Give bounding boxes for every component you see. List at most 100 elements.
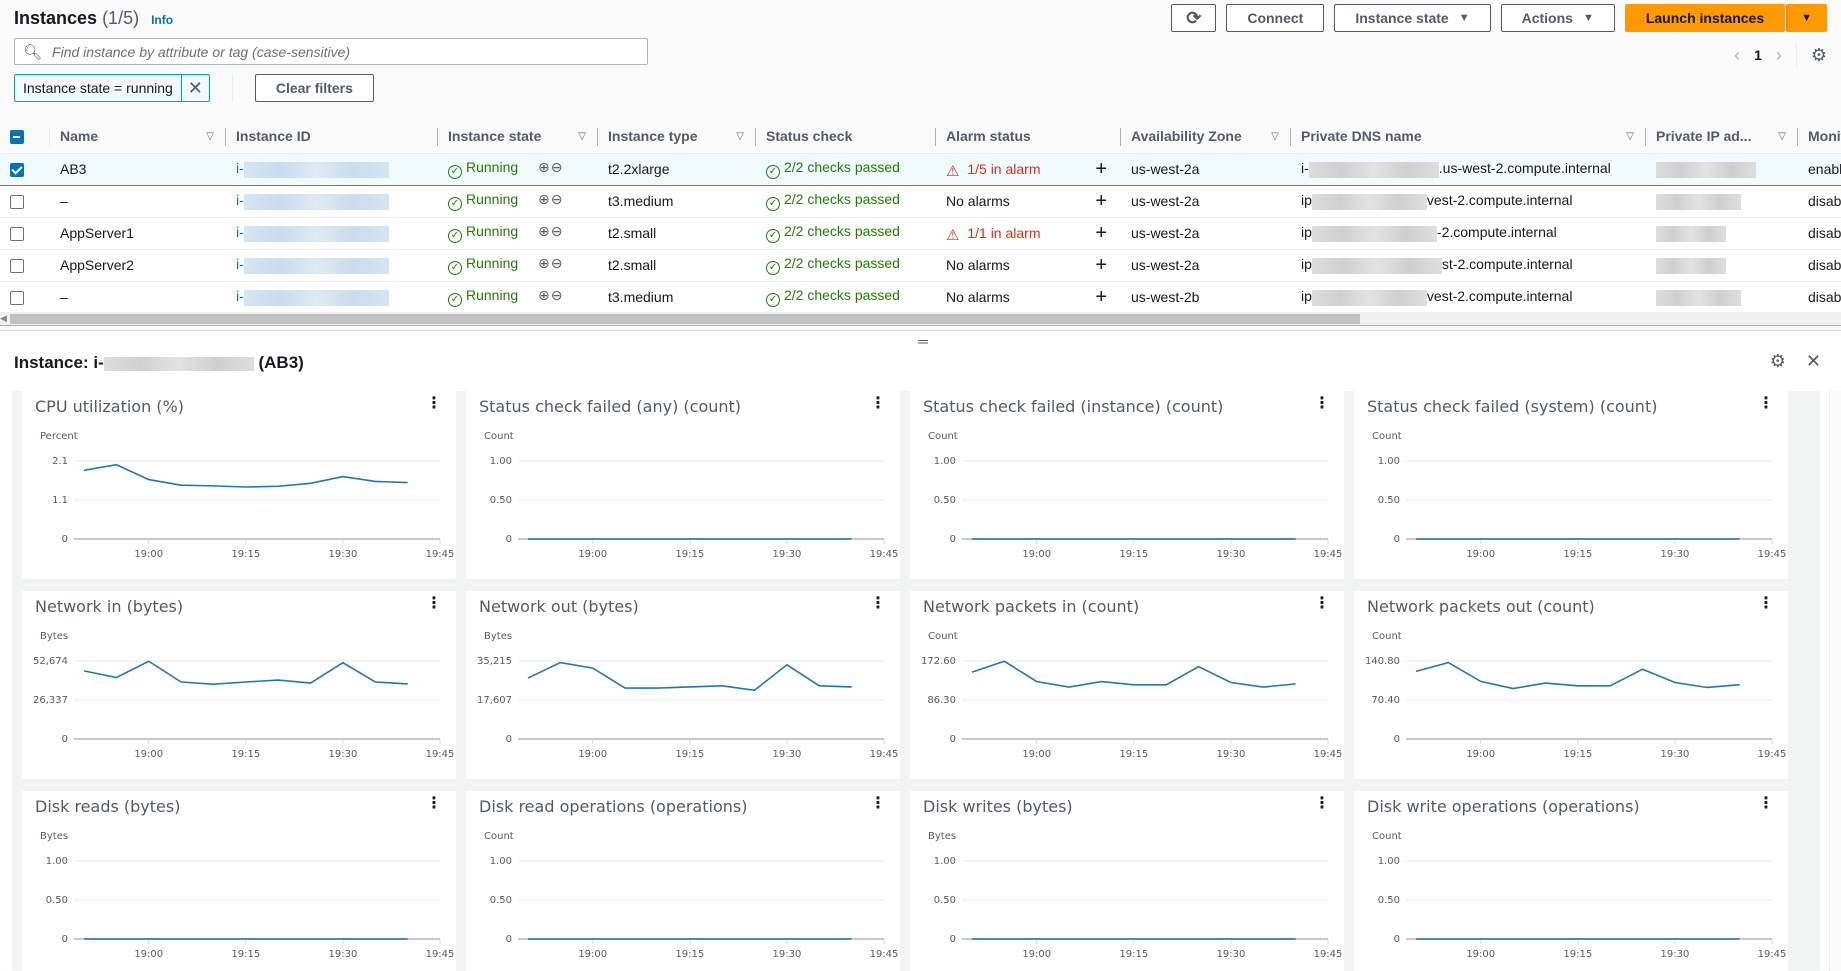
more-options-icon[interactable]: ⋮ — [1758, 396, 1774, 412]
more-options-icon[interactable]: ⋮ — [1314, 796, 1330, 812]
scroll-left-icon[interactable]: ◀ — [0, 313, 7, 324]
zoom-out-icon[interactable]: ⊖ — [551, 159, 564, 175]
column-header-instance-type[interactable]: Instance type▽ — [598, 120, 756, 153]
gear-icon[interactable]: ⚙ — [1811, 45, 1827, 66]
add-alarm-icon[interactable]: + — [1095, 190, 1107, 213]
scrollbar-thumb[interactable] — [10, 314, 1360, 324]
instance-id-link[interactable]: i- — [236, 160, 244, 176]
zoom-out-icon[interactable]: ⊖ — [551, 223, 564, 239]
zoom-in-out-icons[interactable]: ⊕⊖ — [538, 287, 563, 303]
x-tick-label: 19:15 — [1563, 949, 1592, 960]
zoom-in-icon[interactable]: ⊕ — [538, 223, 551, 239]
row-checkbox[interactable] — [10, 195, 24, 209]
launch-instances-button[interactable]: Launch instances — [1625, 4, 1785, 32]
current-page[interactable]: 1 — [1754, 47, 1762, 63]
sort-icon[interactable]: ▽ — [1271, 131, 1279, 142]
column-header-alarm-status[interactable]: Alarm status — [936, 120, 1121, 153]
vertical-scrollbar[interactable] — [1829, 391, 1841, 971]
previous-page-icon[interactable]: ‹ — [1734, 45, 1740, 66]
more-options-icon[interactable]: ⋮ — [870, 396, 886, 412]
close-icon[interactable]: ✕ — [1806, 351, 1821, 372]
connect-button[interactable]: Connect — [1226, 4, 1324, 32]
refresh-button[interactable]: ⟳ — [1171, 4, 1216, 32]
zoom-in-icon[interactable]: ⊕ — [538, 255, 551, 271]
instance-state-dropdown[interactable]: Instance state▼ — [1334, 4, 1490, 32]
column-header-private-ip[interactable]: Private IP ad...▽ — [1646, 120, 1798, 153]
column-header-private-dns[interactable]: Private DNS name▽ — [1291, 120, 1646, 153]
x-tick-label: 19:45 — [870, 749, 899, 760]
instance-id-link[interactable]: i- — [236, 224, 244, 240]
table-row[interactable]: AppServer2i-✓Running ⊕⊖t2.small✓2/2 chec… — [0, 249, 1841, 281]
zoom-out-icon[interactable]: ⊖ — [551, 191, 564, 207]
column-header-instance-id[interactable]: Instance ID — [226, 120, 438, 153]
next-page-icon[interactable]: › — [1776, 45, 1782, 66]
zoom-in-icon[interactable]: ⊕ — [538, 287, 551, 303]
more-options-icon[interactable]: ⋮ — [1758, 596, 1774, 612]
zoom-in-out-icons[interactable]: ⊕⊖ — [538, 191, 563, 207]
sort-icon[interactable]: ▽ — [578, 131, 586, 142]
search-field: 🔍︎ — [14, 38, 648, 65]
cell-instance-id[interactable]: i- — [226, 217, 438, 249]
row-checkbox[interactable] — [10, 227, 24, 241]
instance-id-link[interactable]: i- — [236, 192, 244, 208]
zoom-out-icon[interactable]: ⊖ — [551, 287, 564, 303]
more-options-icon[interactable]: ⋮ — [870, 596, 886, 612]
column-header-status-check[interactable]: Status check — [756, 120, 936, 153]
add-alarm-icon[interactable]: + — [1095, 158, 1107, 181]
zoom-in-out-icons[interactable]: ⊕⊖ — [538, 255, 563, 271]
cell-instance-state: ✓Running ⊕⊖ — [438, 249, 598, 281]
column-header-instance-state[interactable]: Instance state▽ — [438, 120, 598, 153]
horizontal-scrollbar[interactable]: ◀ — [0, 312, 1841, 326]
sort-icon[interactable]: ▽ — [1626, 131, 1634, 142]
table-row[interactable]: –i-✓Running ⊕⊖t3.medium✓2/2 checks passe… — [0, 281, 1841, 313]
add-alarm-icon[interactable]: + — [1095, 222, 1107, 245]
y-tick-label: 1.00 — [934, 856, 956, 867]
instance-id-link[interactable]: i- — [236, 288, 244, 304]
add-alarm-icon[interactable]: + — [1095, 286, 1107, 309]
cell-instance-id[interactable]: i- — [226, 185, 438, 217]
redacted-value — [1312, 194, 1427, 210]
zoom-in-icon[interactable]: ⊕ — [538, 191, 551, 207]
zoom-out-icon[interactable]: ⊖ — [551, 255, 564, 271]
search-input[interactable] — [50, 43, 630, 61]
clear-filters-button[interactable]: Clear filters — [255, 74, 374, 102]
drag-handle-icon[interactable]: ═ — [918, 333, 928, 349]
more-options-icon[interactable]: ⋮ — [426, 396, 442, 412]
cell-monitoring: enabled — [1798, 153, 1841, 185]
cell-instance-id[interactable]: i- — [226, 281, 438, 313]
instance-id-link[interactable]: i- — [236, 256, 244, 272]
column-header-monitoring[interactable]: Monitoring — [1798, 120, 1841, 153]
select-all-checkbox[interactable] — [10, 130, 24, 144]
redacted-instance-id — [104, 357, 254, 371]
more-options-icon[interactable]: ⋮ — [1758, 796, 1774, 812]
row-checkbox[interactable] — [10, 259, 24, 273]
gear-icon[interactable]: ⚙ — [1770, 351, 1786, 372]
more-options-icon[interactable]: ⋮ — [426, 796, 442, 812]
x-tick-label: 19:30 — [328, 749, 357, 760]
sort-icon[interactable]: ▽ — [1778, 131, 1786, 142]
sort-icon[interactable]: ▽ — [736, 131, 744, 142]
more-options-icon[interactable]: ⋮ — [426, 596, 442, 612]
more-options-icon[interactable]: ⋮ — [1314, 596, 1330, 612]
row-checkbox[interactable] — [10, 291, 24, 305]
actions-dropdown[interactable]: Actions▼ — [1501, 4, 1615, 32]
table-row[interactable]: –i-✓Running ⊕⊖t3.medium✓2/2 checks passe… — [0, 185, 1841, 217]
row-checkbox[interactable] — [10, 163, 24, 177]
more-options-icon[interactable]: ⋮ — [1314, 396, 1330, 412]
sort-icon[interactable]: ▽ — [206, 131, 214, 142]
info-link[interactable]: Info — [151, 13, 173, 27]
cell-instance-id[interactable]: i- — [226, 249, 438, 281]
table-row[interactable]: AB3i-✓Running ⊕⊖t2.2xlarge✓2/2 checks pa… — [0, 153, 1841, 185]
zoom-in-out-icons[interactable]: ⊕⊖ — [538, 223, 563, 239]
zoom-in-icon[interactable]: ⊕ — [538, 159, 551, 175]
close-icon[interactable]: ✕ — [181, 75, 209, 101]
launch-instances-menu-button[interactable]: ▼ — [1786, 4, 1827, 32]
zoom-in-out-icons[interactable]: ⊕⊖ — [538, 159, 563, 175]
more-options-icon[interactable]: ⋮ — [870, 796, 886, 812]
cell-instance-id[interactable]: i- — [226, 153, 438, 185]
column-header-name[interactable]: Name▽ — [50, 120, 226, 153]
add-alarm-icon[interactable]: + — [1095, 254, 1107, 277]
filter-token-label[interactable]: Instance state = running — [15, 75, 181, 101]
table-row[interactable]: AppServer1i-✓Running ⊕⊖t2.small✓2/2 chec… — [0, 217, 1841, 249]
column-header-availability-zone[interactable]: Availability Zone▽ — [1121, 120, 1291, 153]
